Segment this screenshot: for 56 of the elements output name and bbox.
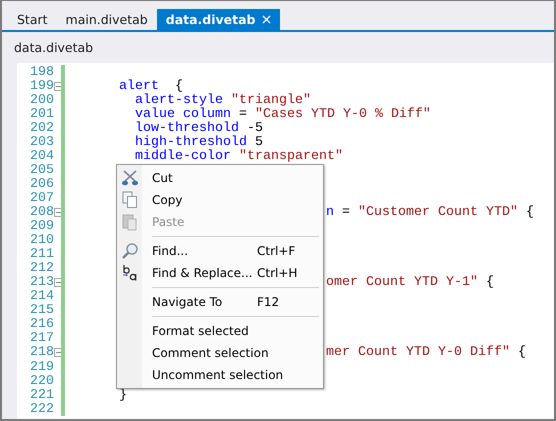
- line-number: 199: [29, 78, 54, 94]
- line-number: 212: [29, 261, 54, 276]
- line-number: 216: [29, 317, 54, 332]
- file-path: data.divetab: [14, 40, 94, 55]
- close-icon[interactable]: [262, 15, 271, 24]
- collapse-icon[interactable]: [54, 348, 63, 358]
- menu-item[interactable]: Comment selection: [117, 342, 323, 364]
- line-number: 211: [29, 247, 54, 262]
- line-number: 204: [29, 148, 54, 164]
- menu-item[interactable]: Format selected: [117, 320, 323, 342]
- code-line: alert {: [118, 78, 183, 94]
- code-line: middle-color "transparent": [134, 148, 343, 164]
- line-number: 221: [29, 388, 54, 403]
- line-number: 201: [29, 106, 54, 122]
- replace-icon: [120, 264, 138, 282]
- menu-item[interactable]: Uncomment selection: [117, 364, 323, 386]
- code-line: mer Count YTD Y-0 Diff" {: [326, 345, 526, 360]
- line-number: 208: [29, 205, 54, 220]
- collapse-icon[interactable]: [54, 82, 63, 91]
- scissors-icon: [120, 169, 138, 187]
- paste-icon: [122, 213, 138, 231]
- line-number: 218: [29, 345, 54, 360]
- code-line: low-threshold -5: [134, 120, 263, 136]
- line-number: 209: [29, 219, 54, 234]
- line-number: 207: [29, 190, 54, 206]
- line-number: 200: [29, 92, 54, 108]
- menu-item[interactable]: Find... Ctrl+F: [117, 240, 323, 262]
- menu-item[interactable]: Find & Replace... Ctrl+H: [117, 262, 323, 284]
- line-number: 214: [29, 289, 54, 304]
- line-number: 213: [29, 275, 54, 290]
- line-number: 198: [29, 64, 54, 80]
- tab[interactable]: Start: [8, 9, 57, 30]
- code-line: alert-style "triangle": [134, 92, 311, 108]
- menu-item[interactable]: Copy: [117, 189, 323, 211]
- tab[interactable]: data.divetab: [156, 9, 280, 30]
- menu-item[interactable]: Cut: [117, 167, 323, 189]
- copy-icon: [122, 191, 138, 209]
- code-line: high-threshold 5: [134, 134, 263, 150]
- line-number: 206: [29, 176, 54, 192]
- code-line: n = "Customer Count YTD" {: [326, 205, 534, 220]
- menu-item[interactable]: Navigate To F12: [117, 291, 323, 313]
- collapse-icon[interactable]: [54, 278, 63, 288]
- line-number: 215: [29, 303, 54, 318]
- line-number: 222: [29, 402, 54, 417]
- line-number: 202: [29, 120, 54, 136]
- collapse-icon[interactable]: [54, 208, 63, 217]
- line-number: 210: [29, 233, 54, 248]
- code-line: omer Count YTD Y-1" {: [326, 275, 494, 290]
- search-icon: [120, 242, 138, 260]
- line-number: 205: [29, 162, 54, 178]
- line-number: 219: [29, 360, 54, 375]
- line-number: 220: [29, 374, 54, 389]
- tab[interactable]: main.divetab: [56, 9, 157, 30]
- line-number: 217: [29, 331, 54, 346]
- code-line: value column = "Cases YTD Y-0 % Diff": [134, 106, 431, 122]
- line-number: 203: [29, 134, 54, 150]
